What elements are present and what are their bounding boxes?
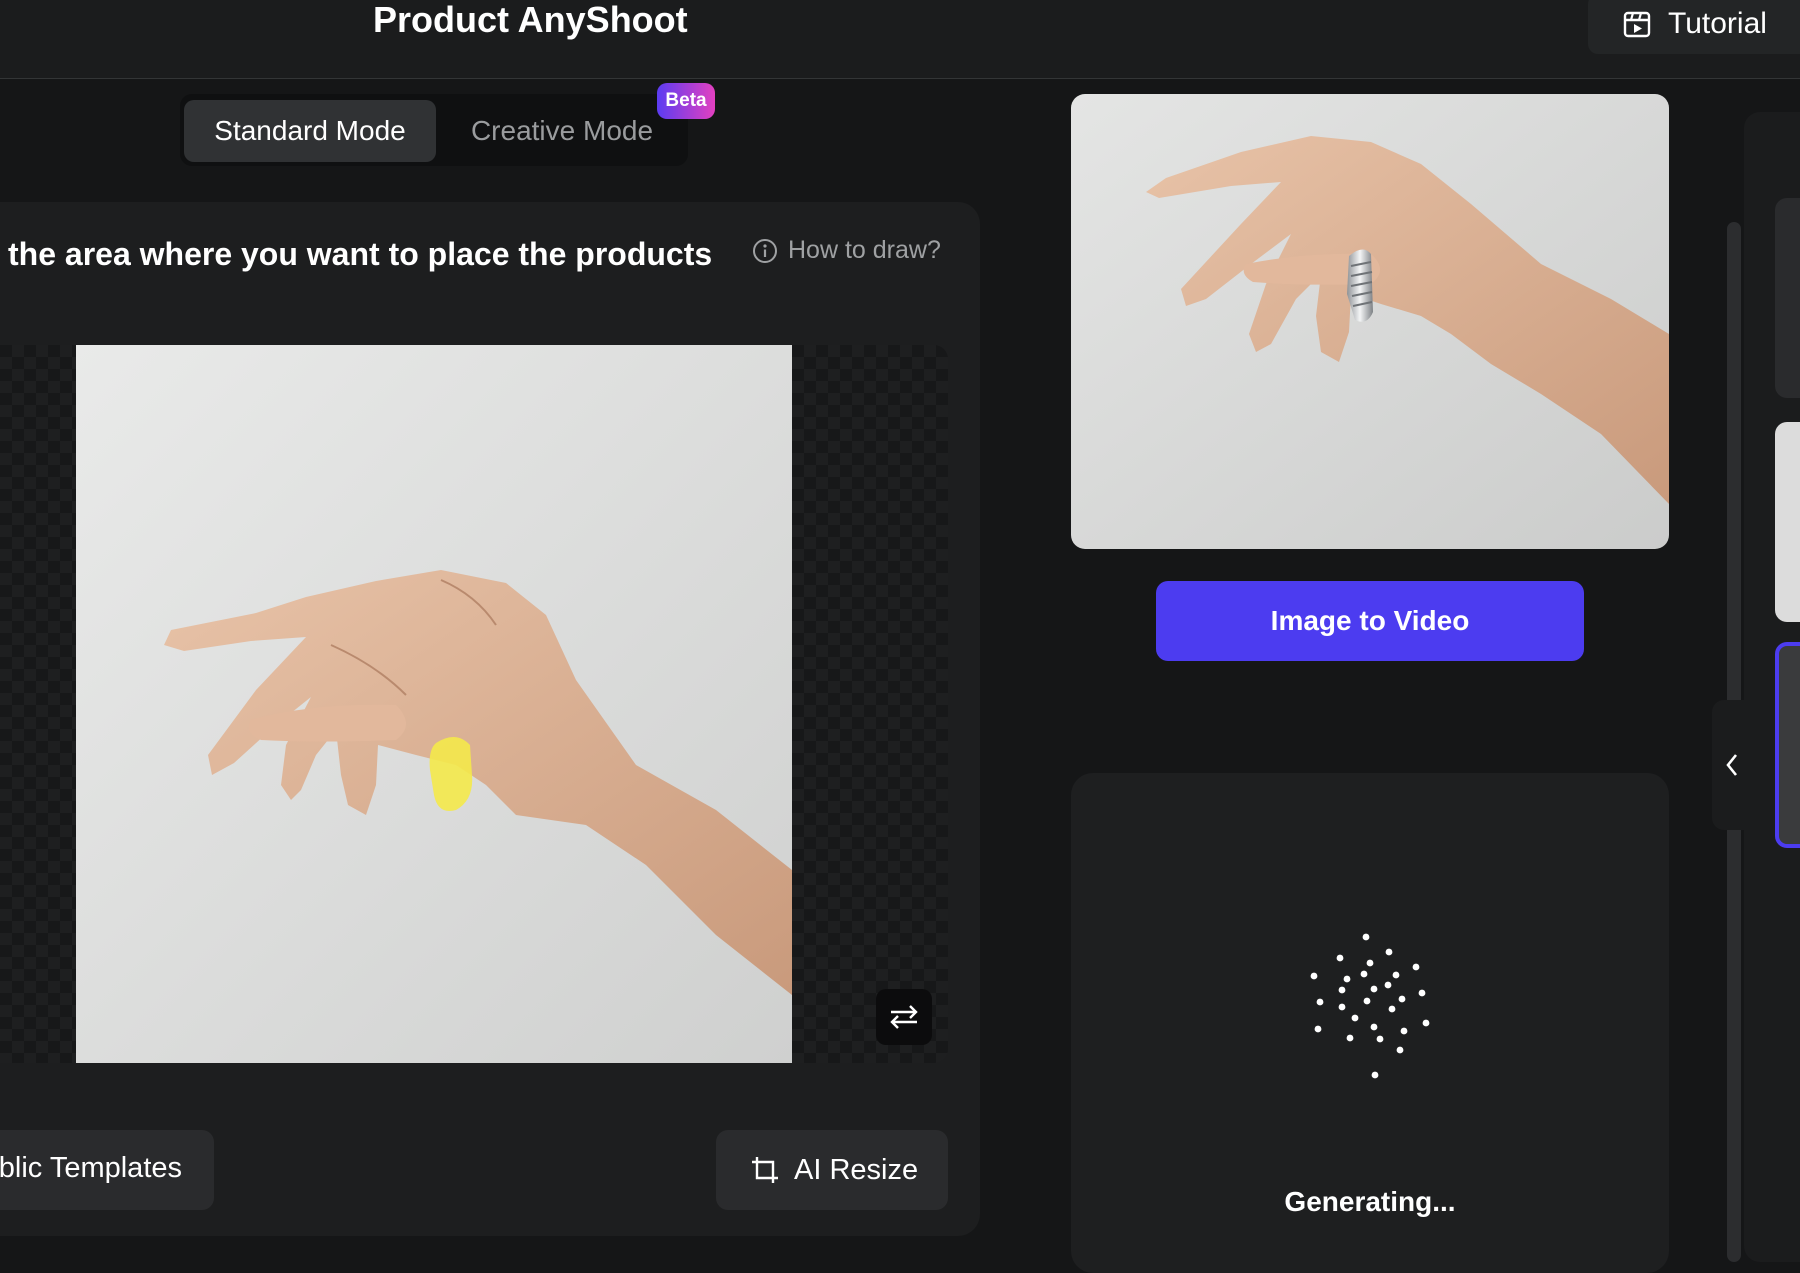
history-thumbnail[interactable]	[1775, 198, 1800, 398]
beta-badge: Beta	[657, 83, 715, 119]
image-to-video-button[interactable]: Image to Video	[1156, 581, 1584, 661]
crop-icon	[752, 1157, 778, 1183]
tutorial-label: Tutorial	[1668, 7, 1767, 40]
how-to-draw-label: How to draw?	[788, 236, 941, 264]
mode-switch: Standard Mode Creative Mode	[180, 94, 688, 166]
result-image[interactable]	[1071, 94, 1669, 549]
page-title: Product AnyShoot	[373, 0, 688, 40]
info-icon	[753, 238, 777, 263]
swap-button[interactable]	[876, 989, 932, 1045]
video-icon	[1623, 11, 1651, 38]
tutorial-button[interactable]: Tutorial	[1588, 0, 1800, 54]
ai-resize-label: AI Resize	[794, 1153, 919, 1186]
chevron-left-icon	[1726, 754, 1738, 776]
tab-standard-mode[interactable]: Standard Mode	[184, 100, 436, 162]
history-thumbnail[interactable]	[1775, 422, 1800, 622]
collapse-panel-button[interactable]	[1712, 700, 1752, 830]
draw-instruction: the area where you want to place the pro…	[8, 236, 713, 272]
top-bar	[0, 0, 1800, 79]
ai-resize-button[interactable]: AI Resize	[716, 1130, 948, 1210]
how-to-draw-link[interactable]: How to draw?	[752, 236, 941, 265]
templates-label: blic Templates	[0, 1152, 182, 1184]
swap-icon	[890, 1005, 918, 1029]
history-thumbnail-selected[interactable]	[1775, 642, 1800, 848]
drawing-canvas[interactable]	[0, 345, 948, 1063]
product-photo-canvas	[76, 345, 792, 1063]
generating-status: Generating...	[1284, 1186, 1456, 1217]
tab-creative-mode[interactable]: Creative Mode	[442, 100, 682, 162]
loading-dots-icon	[1310, 933, 1430, 1079]
public-templates-button[interactable]: blic Templates	[0, 1130, 214, 1210]
mask-stroke	[429, 736, 473, 811]
